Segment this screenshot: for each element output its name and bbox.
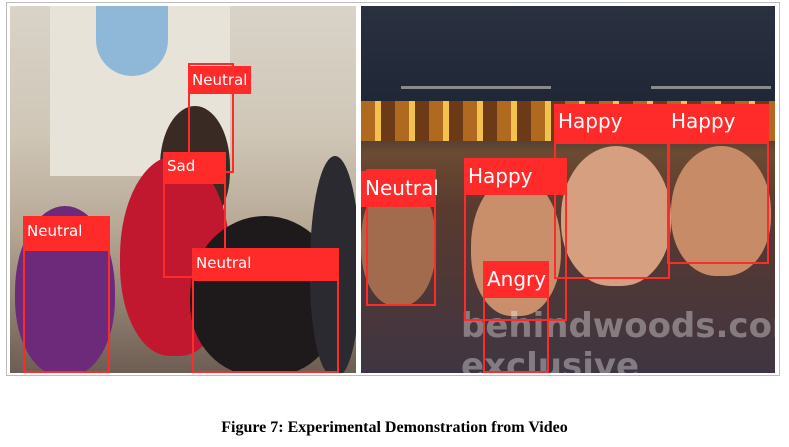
emotion-label: Neutral: [192, 249, 338, 281]
right-video-frame: behindwoods.com exclusive Neutral Happy …: [361, 6, 775, 373]
left-video-frame: Neutral Sad Neutral Neutral: [10, 6, 356, 373]
emotion-label: Neutral: [23, 217, 109, 251]
emotion-label: Angry: [483, 262, 547, 298]
stage-truss: [401, 6, 551, 89]
stage-truss: [651, 6, 771, 89]
figure-caption: Figure 7: Experimental Demonstration fro…: [221, 419, 568, 436]
emotion-label: Happy: [554, 104, 670, 144]
figure-image: Neutral Sad Neutral Neutral behindwoods.…: [6, 2, 780, 376]
emotion-label: Neutral: [361, 171, 439, 207]
emotion-label: Happy: [667, 104, 767, 144]
emotion-label: Sad: [163, 152, 225, 184]
emotion-label: Happy: [464, 159, 566, 195]
ceiling-lamp: [96, 6, 168, 76]
emotion-label: Neutral: [188, 66, 252, 94]
